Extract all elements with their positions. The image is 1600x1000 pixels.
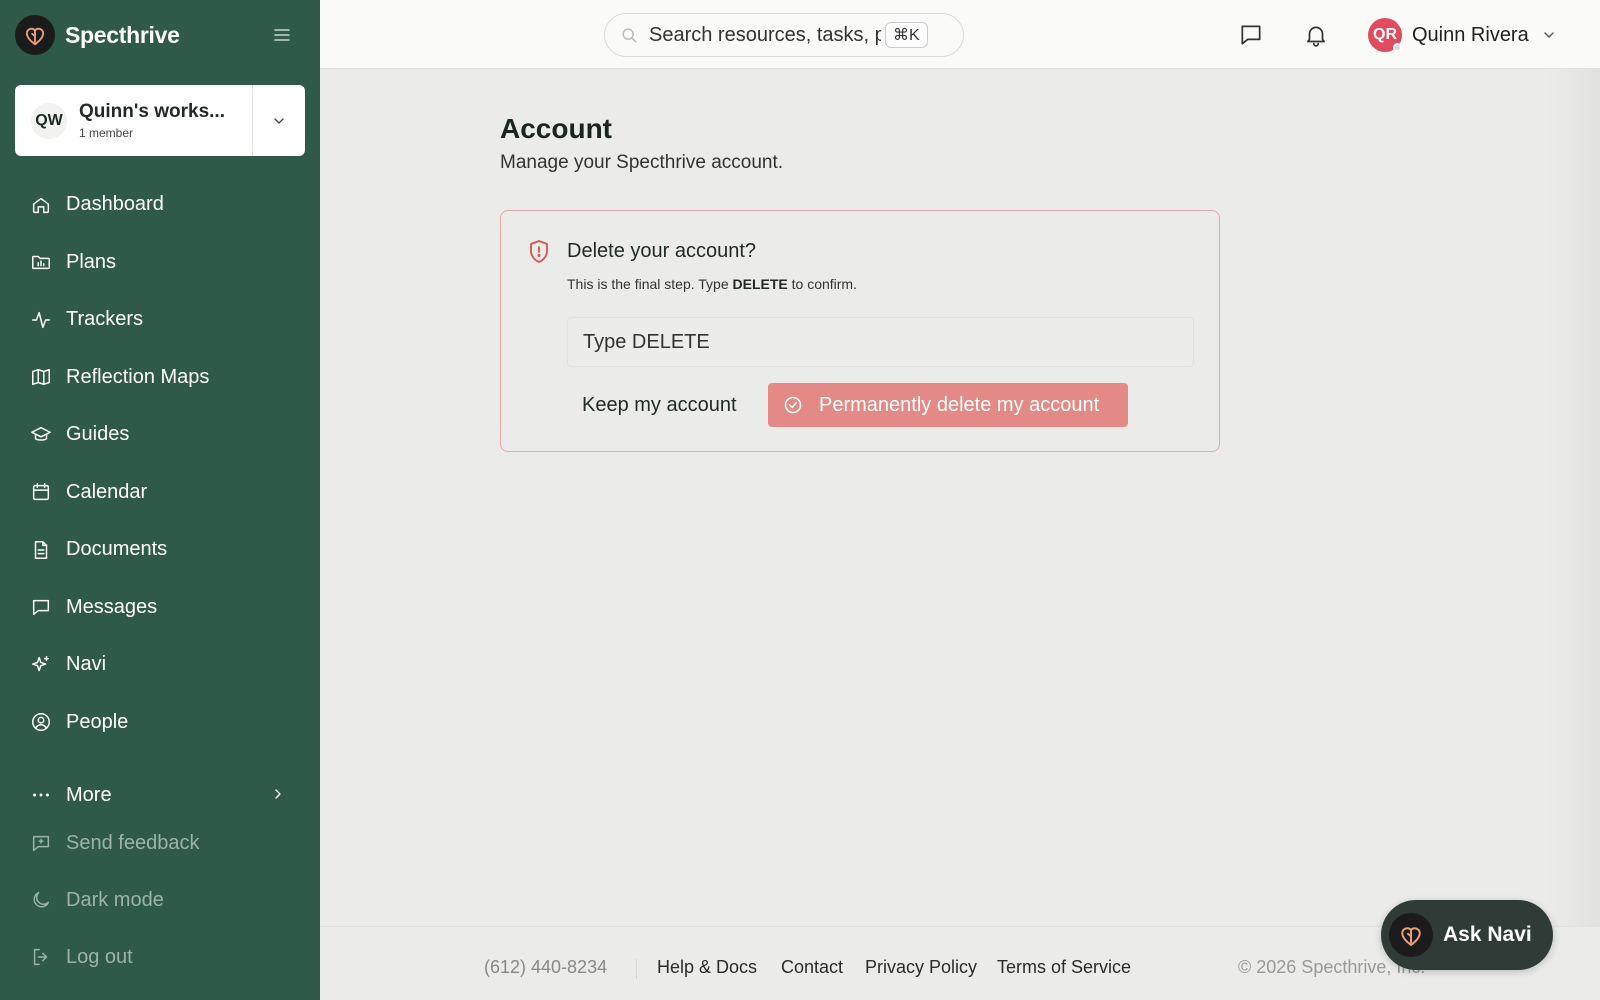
delete-account-description: This is the final step. Type DELETE to c… bbox=[567, 276, 857, 292]
graduation-cap-icon bbox=[31, 426, 51, 441]
menu-icon bbox=[274, 29, 290, 41]
sidebar-item-label: Messages bbox=[66, 595, 158, 618]
workspace-switcher[interactable]: QW Quinn's works... 1 member bbox=[15, 85, 305, 156]
user-menu[interactable]: QR Quinn Rivera bbox=[1368, 17, 1557, 53]
messages-button[interactable] bbox=[1236, 20, 1266, 50]
chevron-right-icon bbox=[275, 789, 281, 799]
sidebar-item-label: Calendar bbox=[66, 480, 148, 503]
send-feedback-button[interactable]: Send feedback bbox=[0, 818, 320, 868]
sidebar-item-guides[interactable]: Guides bbox=[0, 406, 320, 464]
page-subtitle: Manage your Specthrive account. bbox=[500, 152, 784, 173]
footer-divider bbox=[636, 959, 637, 979]
footer-link-contact[interactable]: Contact bbox=[781, 957, 843, 978]
folder-chart-icon bbox=[32, 256, 50, 270]
description-suffix: to confirm. bbox=[787, 276, 857, 292]
user-avatar: QR bbox=[1368, 18, 1402, 52]
map-icon bbox=[32, 369, 50, 386]
footer-link-terms-of-service[interactable]: Terms of Service bbox=[997, 957, 1131, 978]
sidebar-item-navi[interactable]: Navi bbox=[0, 636, 320, 694]
footer-link-help-docs[interactable]: Help & Docs bbox=[657, 957, 757, 978]
keep-account-button[interactable]: Keep my account bbox=[567, 383, 752, 427]
user-name: Quinn Rivera bbox=[1412, 23, 1529, 46]
footer-phone: (612) 440-8234 bbox=[484, 957, 608, 977]
ask-navi-button[interactable]: Ask Navi bbox=[1381, 900, 1553, 970]
sidebar-item-messages[interactable]: Messages bbox=[0, 579, 320, 637]
delete-account-title: Delete your account? bbox=[567, 240, 757, 262]
message-icon bbox=[1241, 25, 1261, 45]
sidebar-item-label: Dashboard bbox=[66, 193, 164, 216]
search-icon bbox=[622, 28, 637, 43]
delete-account-card: Delete your account? This is the final s… bbox=[500, 210, 1220, 452]
top-bar: ⌘K QR Quinn Rivera bbox=[320, 0, 1600, 69]
sidebar-item-label: Trackers bbox=[66, 308, 144, 331]
home-icon bbox=[32, 197, 50, 213]
ask-navi-label: Ask Navi bbox=[1443, 923, 1532, 946]
dark-mode-toggle[interactable]: Dark mode bbox=[0, 875, 320, 925]
sidebar-item-label: Reflection Maps bbox=[66, 365, 210, 388]
sidebar-item-reflection-maps[interactable]: Reflection Maps bbox=[0, 349, 320, 407]
workspace-info[interactable]: QW Quinn's works... 1 member bbox=[15, 85, 253, 156]
chevron-down-icon bbox=[274, 117, 284, 124]
search-input[interactable] bbox=[649, 23, 881, 47]
permanently-delete-label: Permanently delete my account bbox=[819, 393, 1100, 416]
log-out-icon bbox=[33, 948, 48, 966]
specthrive-logo-icon bbox=[15, 15, 55, 55]
sidebar-more[interactable]: More bbox=[0, 770, 320, 820]
log-out-button[interactable]: Log out bbox=[0, 932, 320, 982]
sidebar-item-plans[interactable]: Plans bbox=[0, 234, 320, 292]
footer-link-privacy-policy[interactable]: Privacy Policy bbox=[865, 957, 977, 978]
permanently-delete-button[interactable]: Permanently delete my account bbox=[768, 383, 1128, 427]
feedback-icon bbox=[32, 835, 50, 852]
description-prefix: This is the final step. Type bbox=[567, 276, 733, 292]
user-circle-icon bbox=[32, 713, 50, 732]
sidebar-item-people[interactable]: People bbox=[0, 694, 320, 752]
sidebar-item-dashboard[interactable]: Dashboard bbox=[0, 176, 320, 234]
sparkles-icon bbox=[32, 655, 50, 671]
shield-alert-icon bbox=[530, 240, 548, 263]
moon-icon bbox=[33, 891, 50, 908]
collapse-sidebar-button[interactable] bbox=[268, 22, 296, 48]
bell-icon bbox=[1307, 26, 1325, 47]
sidebar-item-trackers[interactable]: Trackers bbox=[0, 291, 320, 349]
scroll-shade bbox=[1548, 69, 1600, 926]
notifications-button[interactable] bbox=[1301, 20, 1331, 50]
document-icon bbox=[34, 540, 48, 559]
sidebar-item-calendar[interactable]: Calendar bbox=[0, 464, 320, 522]
sidebar-item-label: People bbox=[66, 710, 129, 733]
chevron-down-icon bbox=[1544, 32, 1554, 38]
workspace-avatar: QW bbox=[31, 102, 67, 139]
sidebar-item-label: Documents bbox=[66, 538, 168, 561]
workspace-dropdown-button[interactable] bbox=[253, 85, 305, 156]
message-icon bbox=[32, 600, 50, 616]
calendar-icon bbox=[32, 483, 50, 501]
dark-mode-label: Dark mode bbox=[66, 888, 164, 911]
sidebar-item-label: Plans bbox=[66, 250, 117, 273]
presence-indicator bbox=[1393, 43, 1402, 52]
delete-confirmation-input[interactable] bbox=[567, 317, 1194, 367]
search-shortcut-badge: ⌘K bbox=[885, 22, 928, 48]
sidebar-nav: Dashboard Plans Trackers Reflection Maps… bbox=[0, 176, 320, 751]
sidebar-item-label: Navi bbox=[66, 653, 107, 676]
sidebar: Specthrive QW Quinn's works... 1 member … bbox=[0, 0, 320, 1000]
activity-icon bbox=[32, 311, 50, 328]
brand-name: Specthrive bbox=[65, 21, 180, 48]
sidebar-item-documents[interactable]: Documents bbox=[0, 521, 320, 579]
workspace-name: Quinn's works... bbox=[79, 101, 225, 122]
page-title: Account bbox=[500, 113, 612, 144]
check-circle-icon bbox=[784, 396, 802, 414]
navi-logo-icon bbox=[1389, 913, 1433, 957]
brand[interactable]: Specthrive bbox=[15, 15, 180, 55]
user-initials: QR bbox=[1373, 26, 1397, 43]
description-keyword: DELETE bbox=[732, 276, 788, 292]
send-feedback-label: Send feedback bbox=[66, 831, 200, 854]
search-bar[interactable]: ⌘K bbox=[604, 13, 964, 57]
workspace-members: 1 member bbox=[79, 126, 134, 140]
sidebar-more-label: More bbox=[66, 783, 112, 806]
sidebar-item-label: Guides bbox=[66, 423, 130, 446]
log-out-label: Log out bbox=[66, 945, 133, 968]
more-dots-icon bbox=[33, 793, 49, 797]
